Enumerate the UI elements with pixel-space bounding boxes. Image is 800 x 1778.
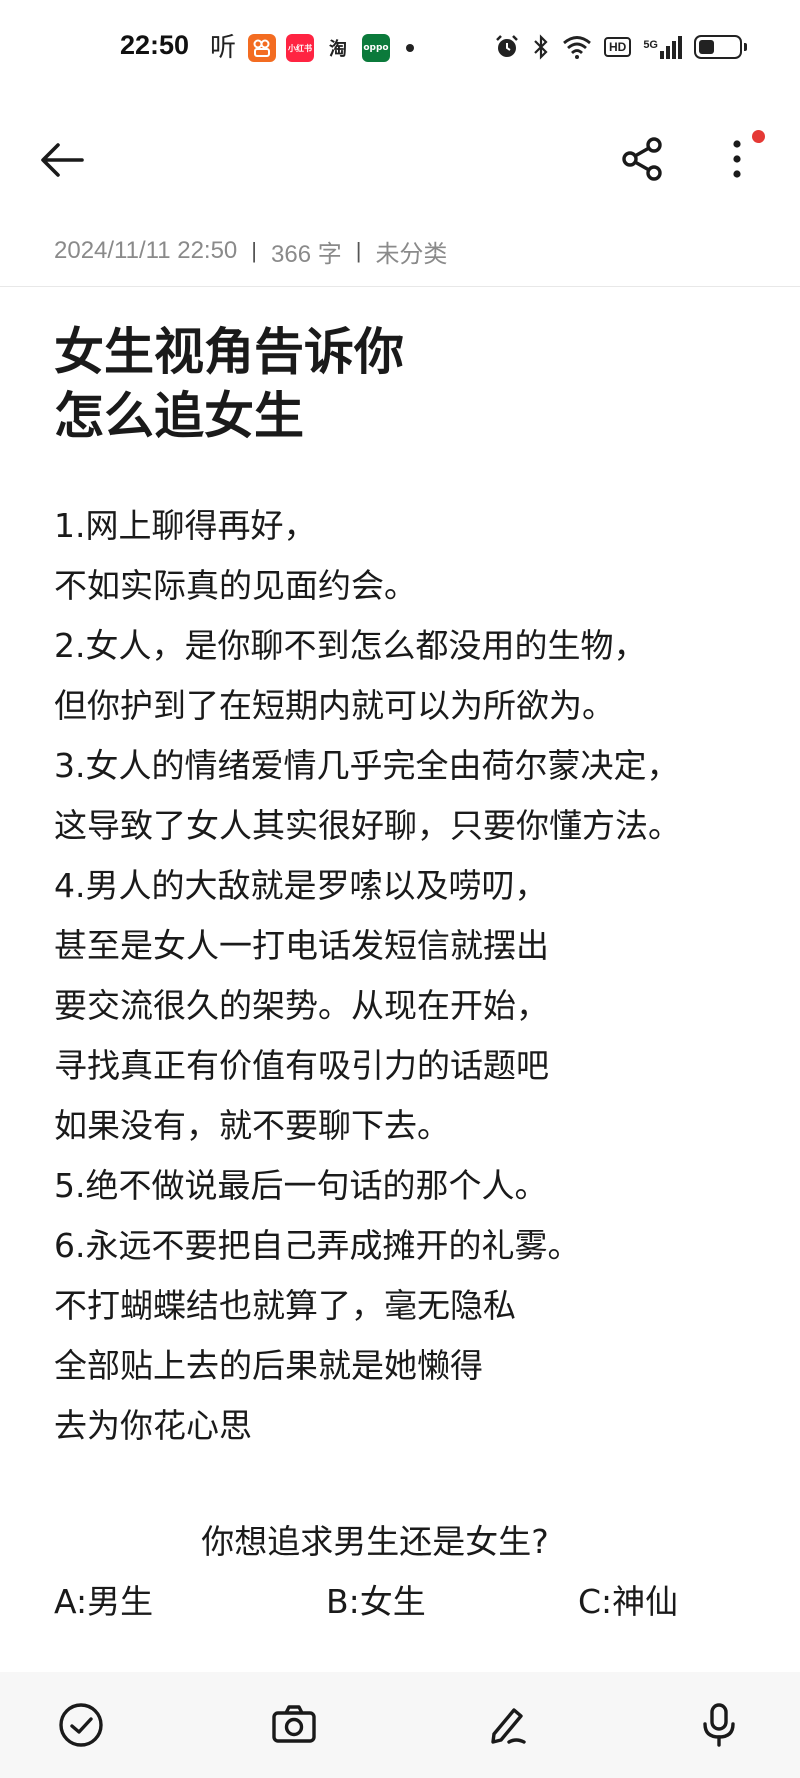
body-line: 如果没有，就不要聊下去。 bbox=[54, 1106, 450, 1145]
note-date: 2024/11/11 22:50 bbox=[54, 237, 238, 264]
poll-option-b: B:女生 bbox=[326, 1582, 426, 1621]
note-title[interactable]: 女生视角告诉你 怎么追女生 bbox=[54, 320, 754, 448]
poll-question: 你想追求男生还是女生? bbox=[201, 1522, 549, 1561]
poll-option-a: A:男生 bbox=[54, 1582, 154, 1621]
oppo-app-icon: oppo bbox=[362, 34, 390, 62]
note-meta: 2024/11/11 22:50 | 366 字 | 未分类 bbox=[54, 234, 447, 269]
status-time: 22:50 bbox=[120, 30, 190, 60]
body-line: 要交流很久的架势。从现在开始， bbox=[54, 986, 549, 1025]
share-icon[interactable] bbox=[620, 136, 666, 182]
body-line: 全部贴上去的后果就是她懒得 bbox=[54, 1346, 483, 1385]
poll-option-c: C:神仙 bbox=[578, 1582, 679, 1621]
network-type-label: 5G bbox=[643, 38, 658, 51]
body-line: 2.女人，是你聊不到怎么都没用的生物， bbox=[54, 626, 647, 665]
system-icons: HD 5G bbox=[494, 34, 747, 60]
xiaohongshu-app-icon: 小红书 bbox=[286, 34, 314, 62]
handwriting-pen-icon[interactable] bbox=[480, 1698, 534, 1752]
signal-icon: 5G bbox=[643, 35, 682, 59]
update-badge bbox=[752, 130, 765, 143]
microphone-icon[interactable] bbox=[692, 1698, 746, 1752]
note-category[interactable]: 未分类 bbox=[375, 234, 447, 269]
body-line: 去为你花心思 bbox=[54, 1406, 252, 1445]
body-line: 3.女人的情绪爱情几乎完全由荷尔蒙决定， bbox=[54, 746, 680, 785]
battery-icon bbox=[694, 35, 747, 59]
battery-level bbox=[699, 40, 715, 54]
meta-separator: | bbox=[251, 238, 257, 263]
alarm-icon bbox=[496, 35, 518, 57]
note-title-line: 怎么追女生 bbox=[54, 387, 304, 445]
camera-icon[interactable] bbox=[267, 1698, 321, 1752]
kuaishou-app-icon bbox=[248, 34, 276, 62]
bottom-toolbar bbox=[0, 1672, 800, 1778]
note-title-line: 女生视角告诉你 bbox=[54, 323, 404, 381]
back-arrow-icon[interactable] bbox=[38, 140, 88, 180]
body-line: 但你护到了在短期内就可以为所欲为。 bbox=[54, 686, 615, 725]
wifi-icon bbox=[563, 36, 591, 59]
body-line: 1.网上聊得再好， bbox=[54, 506, 317, 545]
body-line: 4.男人的大敌就是罗嗦以及唠叨， bbox=[54, 866, 548, 905]
note-word-count: 366 字 bbox=[271, 240, 342, 268]
ting-app-icon: 听 bbox=[209, 33, 236, 63]
top-app-bar bbox=[0, 120, 800, 200]
header-divider bbox=[0, 286, 800, 287]
bluetooth-icon bbox=[534, 34, 548, 60]
note-body[interactable]: 1.网上聊得再好， 不如实际真的见面约会。 2.女人，是你聊不到怎么都没用的生物… bbox=[54, 496, 774, 1456]
notification-icons: 听 小红书 淘 oppo bbox=[208, 34, 414, 62]
more-notifications-dot bbox=[406, 44, 414, 52]
body-line: 甚至是女人一打电话发短信就摆出 bbox=[54, 926, 549, 965]
body-line: 不打蝴蝶结也就算了，毫无隐私 bbox=[54, 1286, 516, 1325]
body-line: 这导致了女人其实很好聊，只要你懂方法。 bbox=[54, 806, 681, 845]
hd-voice-icon: HD bbox=[603, 37, 632, 57]
body-line: 5.绝不做说最后一句话的那个人。 bbox=[54, 1166, 548, 1205]
body-line: 6.永远不要把自己弄成摊开的礼雾。 bbox=[54, 1226, 581, 1265]
status-bar: 22:50 听 小红书 淘 oppo HD 5G bbox=[0, 0, 800, 100]
taobao-app-icon: 淘 bbox=[324, 34, 352, 62]
body-line: 寻找真正有价值有吸引力的话题吧 bbox=[54, 1046, 549, 1085]
body-line: 不如实际真的见面约会。 bbox=[54, 566, 417, 605]
meta-separator: | bbox=[355, 238, 362, 263]
more-options-icon[interactable] bbox=[722, 136, 752, 182]
checklist-icon[interactable] bbox=[54, 1698, 108, 1752]
